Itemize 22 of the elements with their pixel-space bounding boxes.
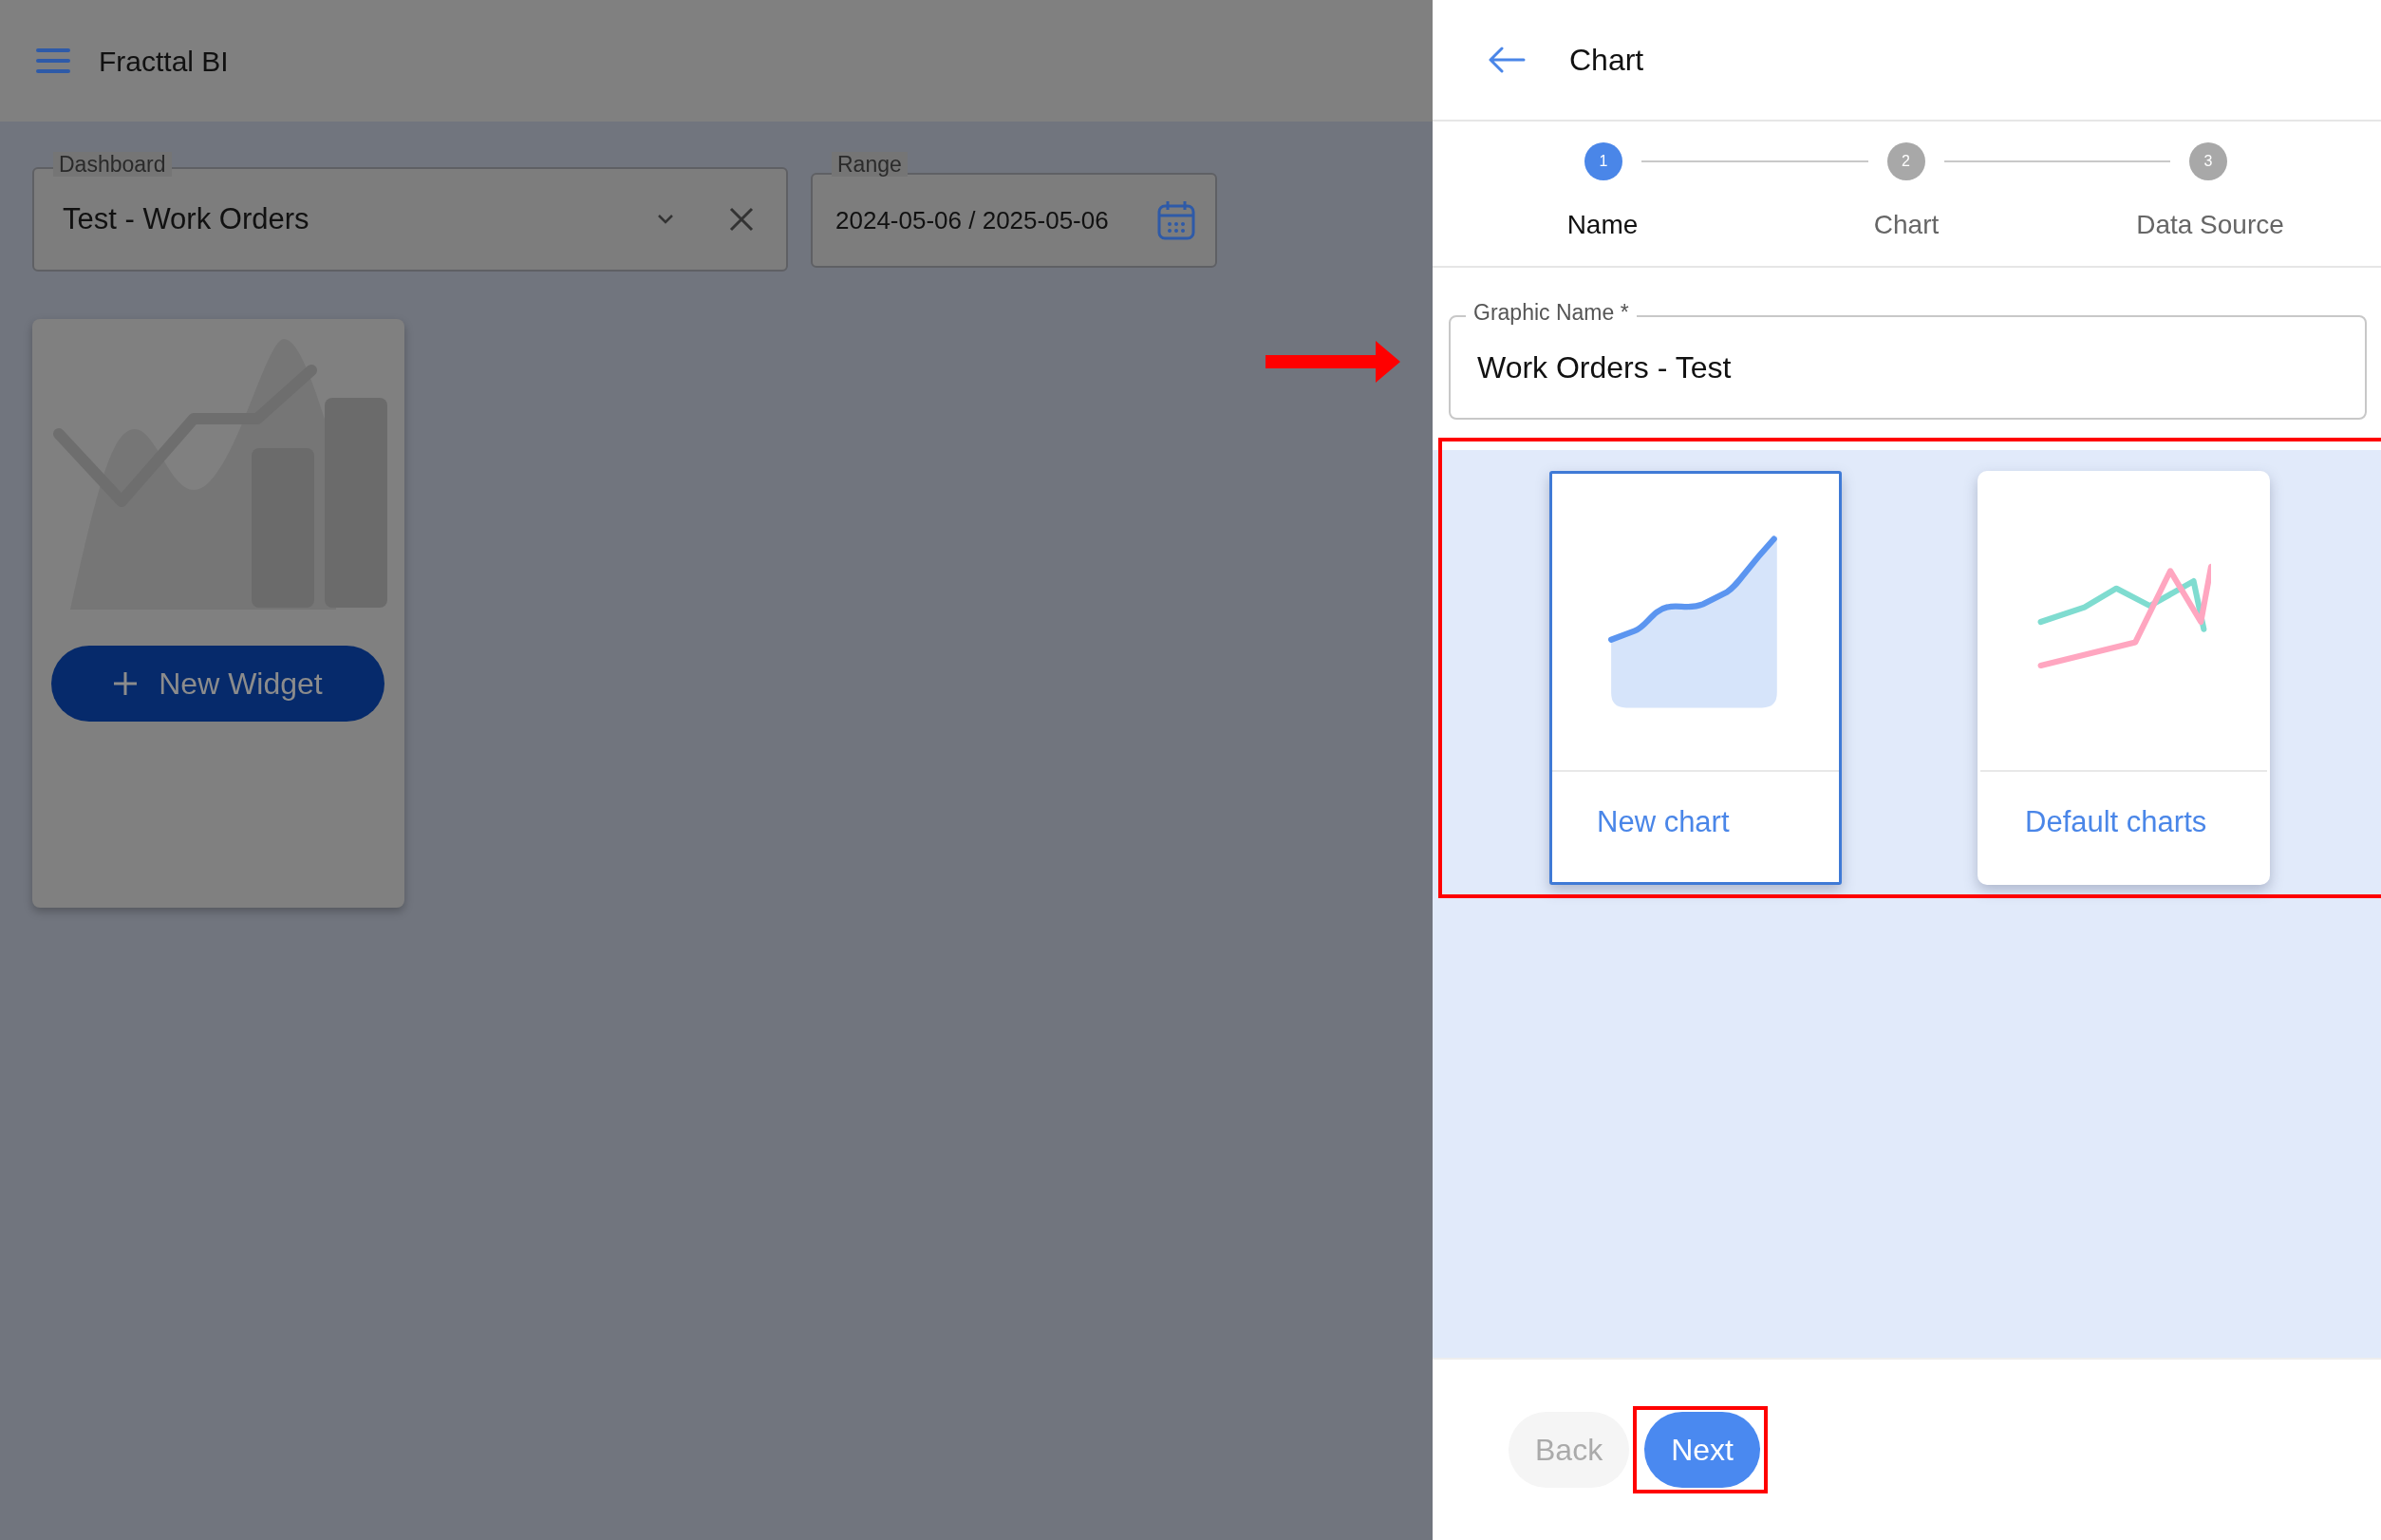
back-arrow-icon[interactable] <box>1488 47 1526 73</box>
chevron-down-icon[interactable] <box>657 214 674 225</box>
plus-icon <box>113 671 139 696</box>
step-number[interactable]: 2 <box>1886 142 1925 180</box>
option-label: New chart <box>1596 804 1731 840</box>
option-label: Default charts <box>2024 804 2208 840</box>
new-widget-button[interactable]: New Widget <box>51 646 384 722</box>
step-number[interactable]: 3 <box>2189 142 2227 180</box>
calendar-icon[interactable] <box>1156 199 1196 241</box>
step-label[interactable]: Name <box>1451 205 1754 245</box>
step-label[interactable]: Data Source <box>2058 205 2362 245</box>
step-number[interactable]: 1 <box>1584 142 1622 180</box>
close-icon[interactable] <box>729 207 754 232</box>
menu-icon[interactable] <box>36 47 70 75</box>
field-label: Range <box>832 152 908 177</box>
chart-option-card[interactable]: Default charts <box>1978 471 2270 885</box>
chart-option-card[interactable]: New chart <box>1549 471 1842 885</box>
app-title: Fracttal BI <box>99 44 229 79</box>
next-button[interactable]: Next <box>1644 1412 1760 1488</box>
step-label[interactable]: Chart <box>1754 205 2058 245</box>
panel-title: Chart <box>1569 42 1644 79</box>
field-label: Dashboard <box>53 152 172 177</box>
